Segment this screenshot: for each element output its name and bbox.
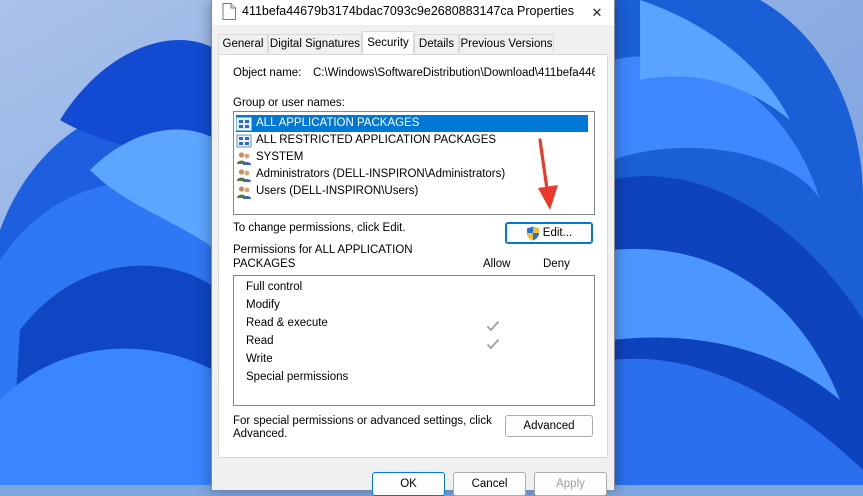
permissions-header-line1: Permissions for ALL APPLICATION [233,244,413,256]
list-item-label: Administrators (DELL-INSPIRON\Administra… [256,168,506,180]
advanced-button[interactable]: Advanced [505,415,593,437]
change-permissions-text: To change permissions, click Edit. [233,222,406,234]
permission-row: Special permissions [246,371,349,383]
permissions-header-line2: PACKAGES [233,258,296,270]
list-item-label: SYSTEM [256,151,304,163]
object-name-value: C:\Windows\SoftwareDistribution\Download… [313,67,595,79]
allow-column-header: Allow [483,258,511,270]
file-icon [222,3,236,23]
cancel-button[interactable]: Cancel [453,472,526,496]
window-title: 411befa44679b3174bdac7093c9e2680883147ca… [242,4,575,18]
ok-button[interactable]: OK [372,472,445,496]
edit-button-label: Edit... [542,227,573,239]
permission-row: Read & execute [246,317,328,329]
users-icon [237,185,251,199]
tab-security[interactable]: Security [362,31,414,54]
permission-row: Write [246,353,273,365]
apply-button[interactable]: Apply [534,472,607,496]
title-bar[interactable]: 411befa44679b3174bdac7093c9e2680883147ca… [212,0,614,25]
users-icon [237,168,251,182]
security-panel: Object name: C:\Windows\SoftwareDistribu… [218,54,608,458]
deny-column-header: Deny [543,258,570,270]
permission-row: Full control [246,281,303,293]
group-user-list[interactable]: ALL APPLICATION PACKAGES ALL RESTRICTED … [233,111,595,215]
permission-row: Read [246,335,274,347]
list-item-label: ALL APPLICATION PACKAGES [256,117,420,129]
properties-window: 411befa44679b3174bdac7093c9e2680883147ca… [211,0,615,496]
users-icon [237,151,251,165]
advanced-text-line2: Advanced. [233,428,288,440]
group-names-label: Group or user names: [233,97,345,109]
permission-row: Modify [246,299,280,311]
close-icon: ✕ [591,4,603,20]
list-item[interactable]: ALL RESTRICTED APPLICATION PACKAGES [236,132,588,149]
permissions-list[interactable]: Full control Modify Read & execute Read … [233,275,595,406]
edit-button[interactable]: Edit... [505,222,593,244]
list-item[interactable]: SYSTEM [236,149,588,166]
tab-previous-versions[interactable]: Previous Versions [459,34,554,53]
list-item[interactable]: ALL APPLICATION PACKAGES [236,115,588,132]
tab-details[interactable]: Details [414,34,459,53]
object-name-label: Object name: [233,67,302,79]
uac-shield-icon [526,226,539,240]
close-button[interactable]: ✕ [580,0,614,25]
tab-digital-signatures[interactable]: Digital Signatures [268,34,362,53]
advanced-text-line1: For special permissions or advanced sett… [233,415,492,427]
tab-general[interactable]: General [218,34,268,53]
list-item-label: ALL RESTRICTED APPLICATION PACKAGES [256,134,497,146]
allow-check-icon [486,338,500,350]
list-item-label: Users (DELL-INSPIRON\Users) [256,185,419,197]
packages-icon [236,117,252,130]
list-item[interactable]: Administrators (DELL-INSPIRON\Administra… [236,166,588,183]
packages-icon [236,134,252,147]
list-item[interactable]: Users (DELL-INSPIRON\Users) [236,183,588,200]
allow-check-icon [486,320,500,332]
